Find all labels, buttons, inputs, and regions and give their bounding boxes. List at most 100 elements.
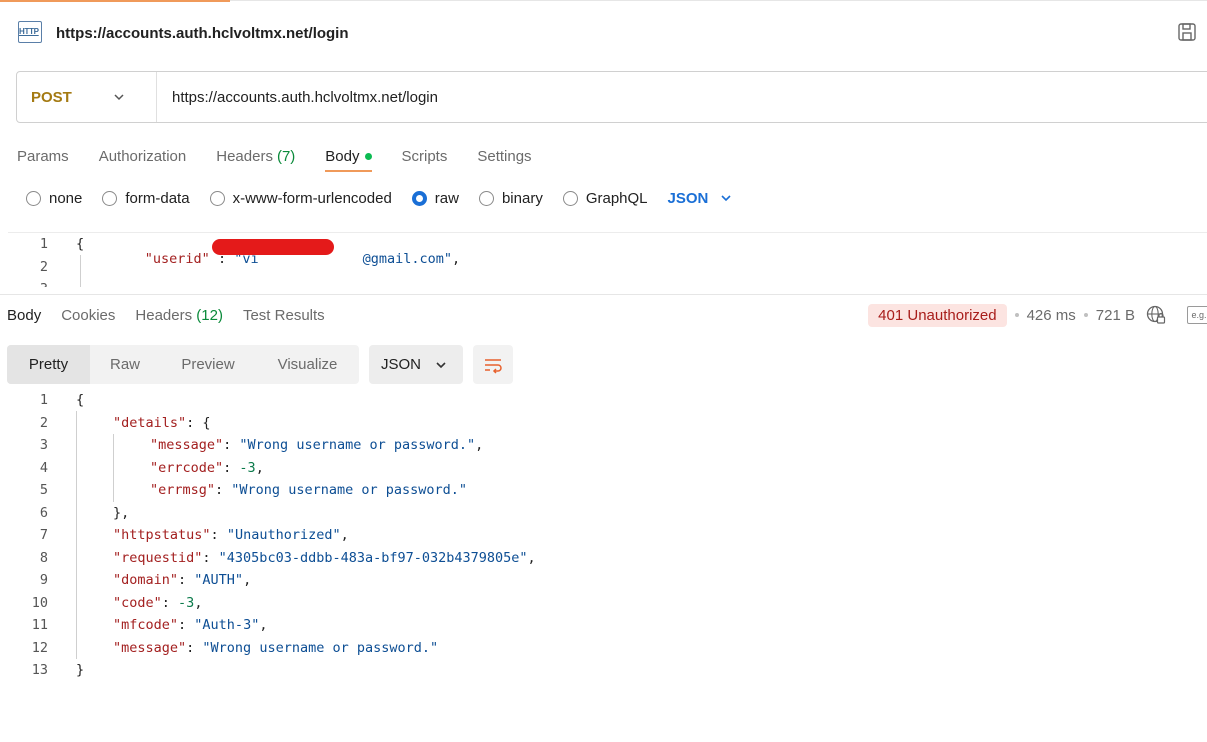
code-line: 6}, — [8, 502, 1198, 525]
response-body-viewer[interactable]: 1{2 "details": {3 "message": "Wrong userna… — [8, 389, 1198, 682]
response-time[interactable]: 426 ms — [1027, 307, 1076, 324]
code-text: "domain": "AUTH", — [52, 572, 251, 588]
response-tab-body[interactable]: Body — [7, 307, 41, 324]
json-string: "AUTH" — [194, 572, 244, 589]
wrap-lines-button[interactable] — [473, 345, 513, 384]
tab-strip-border — [230, 0, 1207, 1]
response-tab-test-results[interactable]: Test Results — [243, 307, 325, 324]
json-number: -3 — [178, 594, 195, 611]
view-mode-raw[interactable]: Raw — [90, 345, 160, 384]
json-punct: }, — [113, 504, 130, 521]
code-line: 12 "message": "Wrong username or password… — [8, 637, 1198, 660]
tab-settings[interactable]: Settings — [477, 140, 531, 172]
view-mode-visualize[interactable]: Visualize — [256, 345, 359, 384]
body-type-options: none form-data x-www-form-urlencoded raw… — [26, 186, 732, 210]
response-format-dropdown[interactable]: JSON — [369, 345, 463, 384]
tab-authorization[interactable]: Authorization — [99, 140, 187, 172]
json-punct: : — [186, 639, 203, 656]
http-icon: HTTP — [16, 18, 46, 48]
line-number: 3 — [8, 281, 52, 287]
line-number: 13 — [31, 662, 48, 679]
save-icon[interactable] — [1177, 22, 1197, 42]
json-punct: { — [76, 392, 85, 409]
json-string: "Unauthorized" — [226, 527, 341, 544]
response-tab-headers[interactable]: Headers (12) — [135, 307, 223, 324]
body-type-urlencoded-label: x-www-form-urlencoded — [232, 189, 392, 207]
body-type-binary[interactable]: binary — [478, 189, 543, 207]
json-punct: : — [210, 527, 227, 544]
body-type-binary-label: binary — [501, 189, 543, 207]
code-text: "message": "Wrong username or password."… — [52, 437, 483, 453]
json-punct: : { — [186, 414, 211, 431]
json-key: "domain" — [113, 572, 179, 589]
json-punct: , — [243, 572, 252, 589]
line-number: 1 — [39, 392, 48, 409]
json-comma: , — [452, 250, 461, 267]
view-mode-preview[interactable]: Preview — [160, 345, 256, 384]
json-punct: } — [76, 662, 85, 679]
line-number: 11 — [31, 617, 48, 634]
code-text: { — [52, 392, 84, 408]
save-example-icon[interactable]: e.g. — [1187, 306, 1207, 324]
json-key: "message" — [113, 639, 187, 656]
radio-icon — [478, 190, 494, 206]
body-type-form-data[interactable]: form-data — [102, 190, 190, 207]
code-text: "mfcode": "Auth-3", — [52, 617, 267, 633]
code-text: "message": "Wrong username or password." — [52, 640, 438, 656]
code-text: "requestid": "4305bc03-ddbb-483a-bf97-03… — [52, 550, 536, 566]
request-body-editor[interactable]: 1 { 2 "userid" : "vi@gmail.com", 3 — [8, 232, 1207, 287]
code-text: "userid" : "vi @gmail.com", — [52, 235, 460, 287]
json-punct: , — [255, 459, 264, 476]
tab-params-label: Params — [17, 147, 69, 165]
response-size[interactable]: 721 B — [1096, 307, 1135, 324]
tab-scripts[interactable]: Scripts — [402, 140, 448, 172]
json-string: "Wrong username or password." — [239, 437, 476, 454]
body-type-graphql-label: GraphQL — [585, 189, 648, 207]
body-type-raw-label: raw — [434, 189, 459, 207]
json-string: "Wrong username or password." — [202, 639, 439, 656]
code-line: 13} — [8, 659, 1198, 682]
response-tab-cookies[interactable]: Cookies — [61, 307, 115, 324]
wrap-lines-icon — [485, 358, 502, 374]
json-key: "mfcode" — [113, 617, 179, 634]
line-number: 1 — [39, 236, 48, 253]
body-type-none[interactable]: none — [26, 190, 82, 207]
globe-lock-icon[interactable] — [1145, 304, 1167, 326]
radio-icon — [102, 190, 118, 206]
indent-guide — [113, 434, 114, 502]
body-type-raw[interactable]: raw — [411, 189, 459, 207]
json-string: "Wrong username or password." — [231, 482, 467, 499]
tab-params[interactable]: Params — [17, 140, 69, 172]
code-line: 9 "domain": "AUTH", — [8, 569, 1198, 592]
redaction-mark — [212, 238, 334, 255]
code-text: "errmsg": "Wrong username or password." — [52, 482, 467, 498]
view-mode-pretty[interactable]: Pretty — [7, 345, 90, 384]
status-badge[interactable]: 401 Unauthorized — [868, 303, 1007, 327]
line-number: 5 — [39, 482, 48, 499]
response-tab-headers-label: Headers — [135, 306, 193, 324]
body-type-graphql[interactable]: GraphQL — [562, 189, 648, 207]
active-tab-indicator — [0, 0, 230, 2]
json-punct: , — [527, 549, 536, 566]
response-status-area: 401 Unauthorized 426 ms 721 B e.g. — [868, 302, 1207, 328]
code-text: "errcode": -3, — [52, 460, 264, 476]
pane-divider[interactable] — [0, 294, 1207, 295]
body-type-urlencoded[interactable]: x-www-form-urlencoded — [209, 189, 392, 207]
tab-authorization-label: Authorization — [98, 147, 187, 165]
json-key: "httpstatus" — [113, 527, 211, 544]
tab-body[interactable]: Body — [325, 140, 372, 172]
request-title-row: HTTP https://accounts.auth.hclvoltmx.net… — [16, 18, 349, 48]
request-title[interactable]: https://accounts.auth.hclvoltmx.net/logi… — [56, 25, 349, 42]
json-key: "code" — [113, 594, 162, 611]
code-text: } — [52, 662, 84, 678]
method-selector[interactable]: POST — [17, 72, 157, 122]
code-line: 2 "details": { — [8, 412, 1198, 435]
line-number: 4 — [39, 459, 48, 476]
tab-headers[interactable]: Headers (7) — [216, 140, 295, 172]
json-number: -3 — [239, 459, 256, 476]
raw-format-dropdown[interactable]: JSON — [668, 190, 733, 207]
raw-format-label: JSON — [667, 189, 709, 207]
json-key: "userid" — [144, 250, 210, 267]
url-input[interactable]: https://accounts.auth.hclvoltmx.net/logi… — [172, 89, 438, 106]
radio-selected-icon — [411, 190, 427, 206]
